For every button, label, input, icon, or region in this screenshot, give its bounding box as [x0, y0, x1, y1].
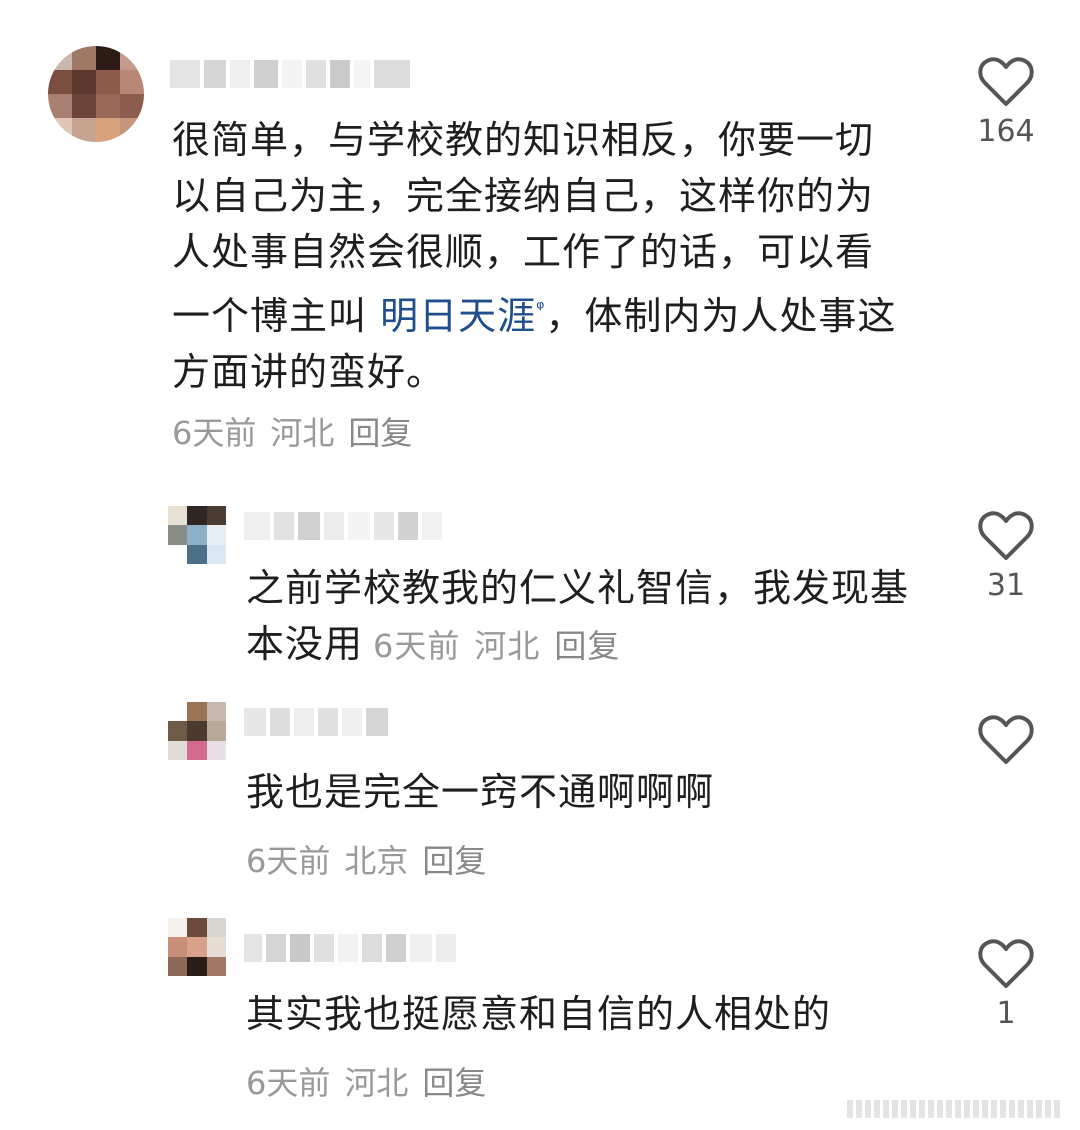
- reply-button[interactable]: 回复: [348, 414, 412, 452]
- heart-outline-icon: [978, 715, 1034, 764]
- comment-meta: 6天前 河北 回复: [373, 627, 634, 665]
- watermark: [847, 1100, 1060, 1118]
- comment-text: 很简单，与学校教的知识相反，你要一切以自己为主，完全接纳自己，这样你的为人处事自…: [172, 118, 897, 394]
- location: 河北: [270, 414, 335, 452]
- like-button[interactable]: [966, 714, 1046, 772]
- comment-text: 其实我也挺愿意和自信的人相处的: [246, 992, 832, 1036]
- heart-outline-icon: [978, 511, 1034, 560]
- location: 河北: [344, 1064, 409, 1102]
- location: 北京: [344, 842, 409, 880]
- username-blurred[interactable]: [244, 704, 388, 740]
- comment-meta: 6天前 北京 回复: [246, 836, 500, 882]
- like-count: 1: [996, 996, 1016, 1031]
- avatar[interactable]: [168, 702, 226, 760]
- like-count: 164: [977, 114, 1035, 149]
- comment-text: 之前学校教我的仁义礼智信，我发现基本没用 6天前 河北 回复: [246, 566, 910, 666]
- username-blurred[interactable]: [170, 56, 410, 92]
- timestamp: 6天前: [246, 1064, 331, 1102]
- comment-meta: 6天前 河北 回复: [246, 1058, 500, 1104]
- like-button[interactable]: 1: [966, 938, 1046, 1031]
- reply-button[interactable]: 回复: [554, 627, 620, 665]
- timestamp: 6天前: [373, 627, 461, 665]
- like-button[interactable]: 31: [966, 510, 1046, 603]
- location: 河北: [474, 627, 541, 665]
- timestamp: 6天前: [172, 414, 257, 452]
- reply-button[interactable]: 回复: [422, 842, 486, 880]
- timestamp: 6天前: [246, 842, 331, 880]
- username-blurred[interactable]: [244, 508, 442, 544]
- comment-meta: 6天前 河北 回复: [172, 408, 426, 454]
- comment-text: 我也是完全一窍不通啊啊啊: [246, 770, 715, 814]
- like-count: 31: [986, 568, 1026, 603]
- like-button[interactable]: 164: [966, 56, 1046, 149]
- avatar[interactable]: [168, 918, 226, 976]
- heart-outline-icon: [978, 939, 1034, 988]
- reply-button[interactable]: 回复: [422, 1064, 486, 1102]
- username-blurred[interactable]: [244, 930, 456, 966]
- avatar[interactable]: [168, 506, 226, 564]
- topic-link[interactable]: 明日天涯ᵠ: [380, 294, 545, 338]
- heart-outline-icon: [978, 57, 1034, 106]
- avatar[interactable]: [48, 46, 144, 142]
